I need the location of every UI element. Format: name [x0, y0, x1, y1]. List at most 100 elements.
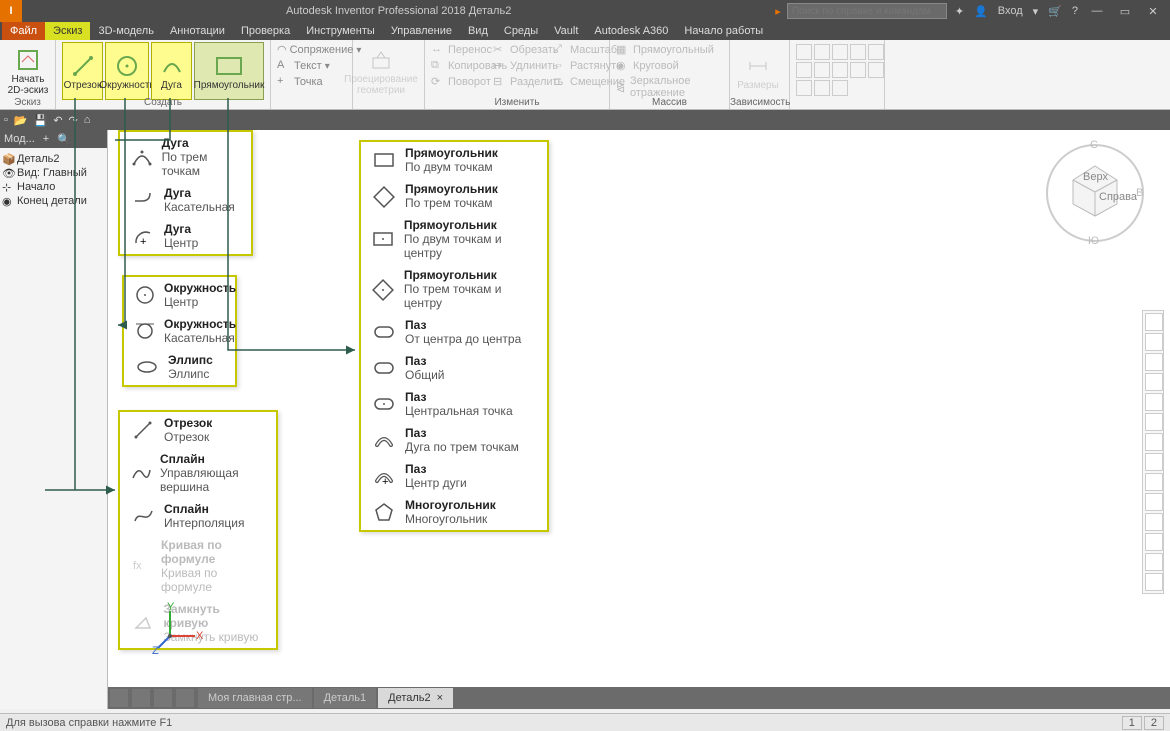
constraint-button[interactable] [796, 44, 812, 60]
status-num[interactable]: 1 [1122, 716, 1142, 730]
dimension-button[interactable]: Размеры [736, 42, 780, 100]
nav-btn[interactable] [1145, 553, 1163, 571]
slot-arccenter-item[interactable]: +ПазЦентр дуги [361, 458, 547, 494]
login-link[interactable]: Вход [998, 5, 1023, 17]
open-icon[interactable]: 📂 [14, 114, 28, 127]
menu-view[interactable]: Вид [460, 22, 496, 40]
constraint-button[interactable] [850, 44, 866, 60]
new-icon[interactable]: ▫ [4, 114, 8, 126]
close-button[interactable]: ✕ [1144, 5, 1162, 18]
minimize-button[interactable]: — [1088, 5, 1106, 17]
rectangle-button[interactable]: Прямоугольник [194, 42, 264, 100]
nav-btn[interactable] [1145, 433, 1163, 451]
search-icon[interactable]: 🔍 [57, 133, 71, 146]
arc-center-item[interactable]: +ДугаЦентр [120, 218, 251, 254]
constraint-button[interactable] [796, 62, 812, 78]
add-icon[interactable]: + [43, 133, 49, 145]
nav-zoom-icon[interactable] [1145, 353, 1163, 371]
nav-btn[interactable] [1145, 573, 1163, 591]
rect-3pt-center-item[interactable]: ПрямоугольникПо трем точкам и центру [361, 264, 547, 314]
spline-interp-item[interactable]: СплайнИнтерполяция [120, 498, 276, 534]
bottom-icon[interactable] [154, 689, 172, 707]
circle-button[interactable]: Окружность [105, 42, 149, 100]
spline-cv-item[interactable]: СплайнУправляющая вершина [120, 448, 276, 498]
rect-pattern-button[interactable]: ▦Прямоугольный [616, 42, 723, 58]
tab-detail1[interactable]: Деталь1 [314, 688, 377, 708]
start-2d-sketch-button[interactable]: Начать 2D-эскиз [6, 42, 50, 100]
bottom-icon[interactable] [110, 689, 128, 707]
menu-sketch[interactable]: Эскиз [45, 22, 90, 40]
circle-center-item[interactable]: ОкружностьЦентр [124, 277, 235, 313]
status-num[interactable]: 2 [1144, 716, 1164, 730]
nav-wheel-icon[interactable] [1145, 313, 1163, 331]
rect-2pt-item[interactable]: ПрямоугольникПо двум точкам [361, 142, 547, 178]
circ-pattern-button[interactable]: ◉Круговой [616, 58, 723, 74]
help-search-input[interactable] [787, 3, 947, 19]
menu-a360[interactable]: Autodesk A360 [586, 22, 676, 40]
home-icon[interactable]: ⌂ [84, 114, 91, 126]
close-tab-icon[interactable]: × [437, 692, 443, 704]
menu-annotate[interactable]: Аннотации [162, 22, 233, 40]
slot-centerpt-item[interactable]: ПазЦентральная точка [361, 386, 547, 422]
cart-icon[interactable]: 🛒 [1048, 5, 1062, 18]
constraint-button[interactable] [850, 62, 866, 78]
ellipse-item[interactable]: ЭллипсЭллипс [124, 349, 235, 385]
constraint-button[interactable] [814, 44, 830, 60]
constraint-button[interactable] [832, 62, 848, 78]
nav-btn[interactable] [1145, 473, 1163, 491]
undo-icon[interactable]: ↶ [53, 114, 62, 127]
line-button[interactable]: Отрезок [62, 42, 103, 100]
dropdown-icon[interactable]: ▾ [1033, 5, 1039, 18]
text-button[interactable]: AТекст ▾ [277, 58, 346, 74]
help-icon[interactable]: ? [1072, 5, 1078, 17]
nav-btn[interactable] [1145, 513, 1163, 531]
project-geometry-button[interactable]: Проецирование геометрии [359, 42, 403, 100]
constraint-button[interactable] [832, 44, 848, 60]
constraint-button[interactable] [814, 80, 830, 96]
tree-node[interactable]: 👁Вид: Главный [2, 166, 105, 180]
user-icon[interactable]: 👤 [974, 5, 988, 18]
menu-inspect[interactable]: Проверка [233, 22, 298, 40]
menu-file[interactable]: Файл [2, 22, 45, 40]
line-item[interactable]: ОтрезокОтрезок [120, 412, 276, 448]
polygon-item[interactable]: МногоугольникМногоугольник [361, 494, 547, 530]
viewcube[interactable]: Верх Справа С В Ю [1040, 138, 1150, 248]
star-icon[interactable]: ✦ [955, 5, 964, 18]
nav-lookat-icon[interactable] [1145, 393, 1163, 411]
constraint-button[interactable] [868, 44, 884, 60]
nav-pan-icon[interactable] [1145, 333, 1163, 351]
fillet-button[interactable]: ◠Сопряжение ▾ [277, 42, 346, 58]
nav-btn[interactable] [1145, 453, 1163, 471]
rect-2pt-center-item[interactable]: ПрямоугольникПо двум точкам и центру [361, 214, 547, 264]
tab-home[interactable]: Моя главная стр... [198, 688, 312, 708]
circle-tangent-item[interactable]: ОкружностьКасательная [124, 313, 235, 349]
point-button[interactable]: +Точка [277, 74, 346, 90]
menu-3dmodel[interactable]: 3D-модель [90, 22, 161, 40]
arc-3point-item[interactable]: ДугаПо трем точкам [120, 132, 251, 182]
menu-getstarted[interactable]: Начало работы [676, 22, 771, 40]
slot-overall-item[interactable]: ПазОбщий [361, 350, 547, 386]
tree-node[interactable]: ◉Конец детали [2, 194, 105, 208]
bottom-icon[interactable] [176, 689, 194, 707]
menu-environ[interactable]: Среды [496, 22, 546, 40]
constraint-button[interactable] [868, 62, 884, 78]
nav-btn[interactable] [1145, 493, 1163, 511]
constraint-button[interactable] [832, 80, 848, 96]
redo-icon[interactable]: ↷ [69, 114, 78, 127]
nav-orbit-icon[interactable] [1145, 373, 1163, 391]
nav-btn[interactable] [1145, 533, 1163, 551]
maximize-button[interactable]: ▭ [1116, 5, 1134, 18]
bottom-icon[interactable] [132, 689, 150, 707]
menu-tools[interactable]: Инструменты [298, 22, 383, 40]
tab-detail2[interactable]: Деталь2× [378, 688, 453, 708]
constraint-button[interactable] [814, 62, 830, 78]
menu-vault[interactable]: Vault [546, 22, 586, 40]
tree-node[interactable]: ⊹Начало [2, 180, 105, 194]
save-icon[interactable]: 💾 [34, 114, 48, 127]
slot-center-item[interactable]: ПазОт центра до центра [361, 314, 547, 350]
menu-manage[interactable]: Управление [383, 22, 460, 40]
nav-home-icon[interactable] [1145, 413, 1163, 431]
arc-tangent-item[interactable]: ДугаКасательная [120, 182, 251, 218]
rect-3pt-item[interactable]: ПрямоугольникПо трем точкам [361, 178, 547, 214]
arc-button[interactable]: Дуга [151, 42, 192, 100]
